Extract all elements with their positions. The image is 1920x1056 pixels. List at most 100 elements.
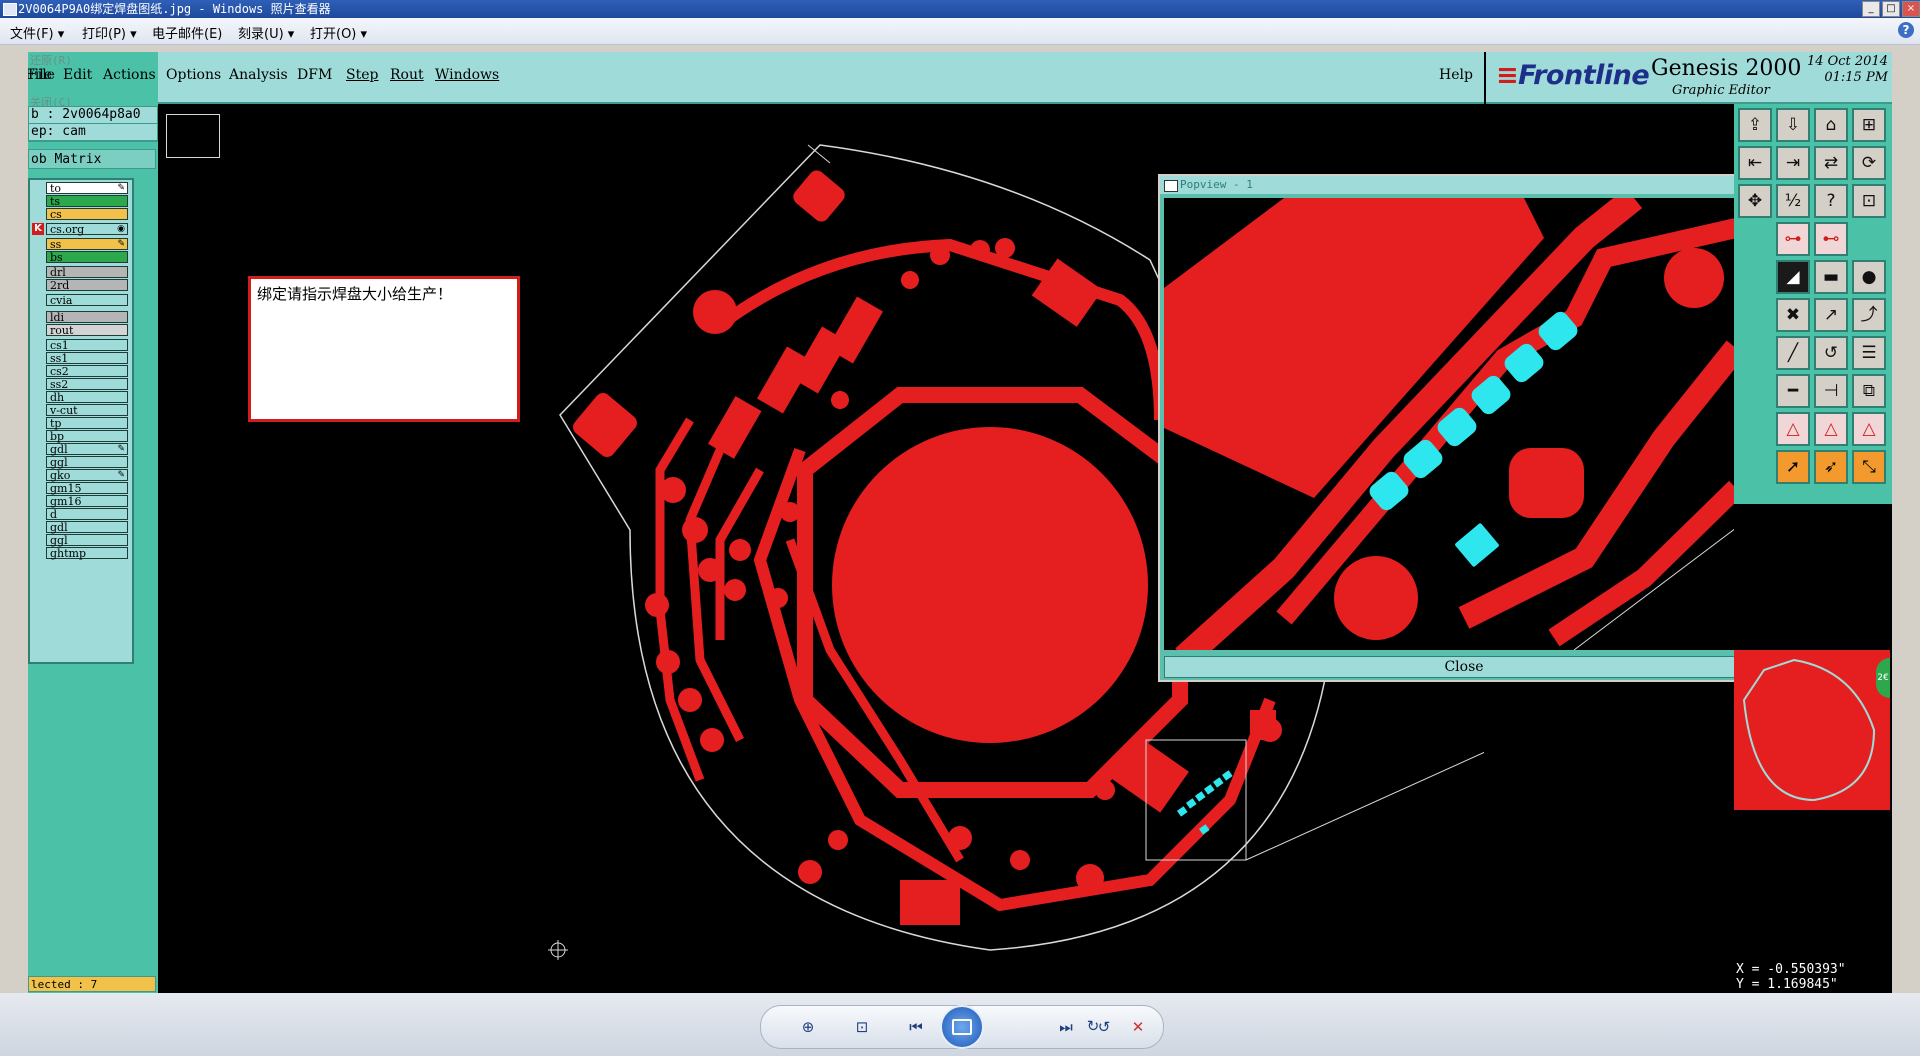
slideshow-button[interactable] (940, 1005, 984, 1049)
layer-bs[interactable]: bs (46, 251, 128, 263)
layer-cs2[interactable]: cs2 (46, 365, 128, 377)
actual-size-icon[interactable]: ⊡ (849, 1018, 875, 1036)
tool-group-icon[interactable]: ⧉ (1852, 374, 1886, 408)
tool-select-icon[interactable]: ➚ (1776, 450, 1810, 484)
tool-select-net-icon[interactable]: ➶ (1814, 450, 1848, 484)
layer-drl[interactable]: drl (46, 266, 128, 278)
genesis-menu-options[interactable]: Options (166, 67, 221, 83)
genesis-menu-edit[interactable]: Edit (63, 67, 92, 83)
layer-ss1[interactable]: ss1 (46, 352, 128, 364)
tool-route-icon[interactable]: ⤴ (1852, 298, 1886, 332)
genesis-menu-actions[interactable]: Actions (103, 67, 156, 83)
layer-v-cut[interactable]: v-cut (46, 404, 128, 416)
genesis-menu-help[interactable]: Help (1439, 67, 1473, 83)
layer-cs.org[interactable]: cs.org ◉ (46, 223, 128, 235)
layer-ghtmp[interactable]: ghtmp (46, 547, 128, 559)
tool-triangle-b-icon[interactable]: △ (1814, 412, 1848, 446)
layer-cvia[interactable]: cvia (46, 294, 128, 306)
genesis-menu-rout[interactable]: Rout (390, 67, 424, 83)
genesis-menu-windows[interactable]: Windows (435, 67, 499, 83)
tool-line-icon[interactable]: ◢ (1776, 260, 1810, 294)
layer-d[interactable]: d (46, 508, 128, 520)
minimize-button[interactable]: _ (1862, 1, 1880, 17)
tool-dimension-icon[interactable]: ⊣ (1814, 374, 1848, 408)
tool-import-icon[interactable]: ⇩ (1776, 108, 1810, 142)
previous-icon[interactable]: ⏮ (903, 1018, 929, 1036)
layer-ggl[interactable]: ggl (46, 456, 128, 468)
genesis-menu-step[interactable]: Step (346, 67, 378, 83)
next-icon[interactable]: ⏭ (1053, 1018, 1079, 1036)
tool-fill-icon[interactable]: ☰ (1852, 336, 1886, 370)
layer-ss[interactable]: ss ✎ (46, 238, 128, 250)
date-time: 14 Oct 2014 01:15 PM (1788, 54, 1888, 86)
tool-prev-icon[interactable]: ⇤ (1738, 146, 1772, 180)
help-icon[interactable]: ? (1898, 22, 1914, 38)
tool-draw-icon[interactable]: ╱ (1776, 336, 1810, 370)
tool-delete-icon[interactable]: ✖ (1776, 298, 1810, 332)
menu-print[interactable]: 打印(P) ▾ (82, 23, 137, 42)
tool-pad-icon[interactable]: ● (1852, 260, 1886, 294)
layer-gko[interactable]: gko ✎ (46, 469, 128, 481)
tool-triangle-c-icon[interactable]: △ (1852, 412, 1886, 446)
layer-affected-icon[interactable]: ✎ (117, 470, 125, 481)
overview-map[interactable] (1734, 650, 1890, 810)
layer-gm15[interactable]: gm15 (46, 482, 128, 494)
layer-cs1[interactable]: cs1 (46, 339, 128, 351)
layer-cs[interactable]: cs (46, 208, 128, 220)
layer-gm16[interactable]: gm16 (46, 495, 128, 507)
tool-triangle-a-icon[interactable]: △ (1776, 412, 1810, 446)
work-layer-icon[interactable]: K (32, 223, 44, 235)
tool-ruler-icon[interactable]: ▬ (1814, 260, 1848, 294)
tool-scale-icon[interactable]: ½ (1776, 184, 1810, 218)
layer-label: cs.org (50, 223, 85, 236)
layer-rout[interactable]: rout (46, 324, 128, 336)
layer-dh[interactable]: dh (46, 391, 128, 403)
layer-to[interactable]: to ✎ (46, 182, 128, 194)
layer-affected-icon[interactable]: ✎ (117, 183, 125, 194)
genesis-menu-dfm[interactable]: DFM (297, 67, 332, 83)
delete-icon[interactable]: ✕ (1125, 1018, 1151, 1036)
tool-zoom-fit-icon[interactable]: ✥ (1738, 184, 1772, 218)
layer-ggl[interactable]: ggl (46, 534, 128, 546)
layer-2rd[interactable]: 2rd (46, 279, 128, 291)
tool-snap-icon[interactable]: ⊡ (1852, 184, 1886, 218)
tool-measure-icon[interactable]: ⊶ (1776, 222, 1810, 256)
layer-gdl[interactable]: gdl (46, 521, 128, 533)
close-window-button[interactable]: × (1902, 1, 1920, 17)
popview-canvas[interactable] (1164, 198, 1736, 650)
tool-next-icon[interactable]: ⇥ (1776, 146, 1810, 180)
zoom-icon[interactable]: ⊕ (795, 1018, 821, 1036)
layer-ldi[interactable]: ldi (46, 311, 128, 323)
layer-tp[interactable]: tp (46, 417, 128, 429)
layer-ts[interactable]: ts (46, 195, 128, 207)
popview-close-button[interactable]: Close (1164, 656, 1764, 678)
tool-question-icon[interactable]: ? (1814, 184, 1848, 218)
menu-open[interactable]: 打开(O) ▾ (310, 23, 367, 42)
layer-affected-icon[interactable]: ✎ (117, 239, 125, 250)
tool-mirror-icon[interactable]: ⇄ (1814, 146, 1848, 180)
menu-file[interactable]: 文件(F) ▾ (10, 23, 64, 42)
layer-gdl[interactable]: gdl ✎ (46, 443, 128, 455)
tool-node-icon[interactable]: ↗ (1814, 298, 1848, 332)
job-matrix-button[interactable]: ob Matrix (28, 149, 156, 169)
layer-affected-icon[interactable]: ◉ (117, 224, 125, 235)
tool-export-icon[interactable]: ⇪ (1738, 108, 1772, 142)
maximize-button[interactable]: □ (1882, 1, 1900, 17)
tool-home-icon[interactable]: ⌂ (1814, 108, 1848, 142)
menu-email[interactable]: 电子邮件(E) (152, 23, 222, 42)
genesis-menu-file-label[interactable]: File (28, 67, 52, 83)
overview-badge[interactable]: 2€ (1876, 658, 1890, 698)
rotate-right-icon[interactable]: ↻ (1080, 1017, 1106, 1035)
tool-rotate-icon[interactable]: ⟳ (1852, 146, 1886, 180)
layer-label: ss2 (50, 378, 69, 391)
layer-affected-icon[interactable]: ✎ (117, 444, 125, 455)
menu-burn[interactable]: 刻录(U) ▾ (238, 23, 294, 42)
tool-connect-icon[interactable]: ⊷ (1814, 222, 1848, 256)
tool-select-path-icon[interactable]: ⤡ (1852, 450, 1886, 484)
genesis-menu-analysis[interactable]: Analysis (229, 67, 288, 83)
tool-arc-icon[interactable]: ↺ (1814, 336, 1848, 370)
layer-ss2[interactable]: ss2 (46, 378, 128, 390)
tool-grid-icon[interactable]: ⊞ (1852, 108, 1886, 142)
layer-bp[interactable]: bp (46, 430, 128, 442)
tool-split-icon[interactable]: ━ (1776, 374, 1810, 408)
